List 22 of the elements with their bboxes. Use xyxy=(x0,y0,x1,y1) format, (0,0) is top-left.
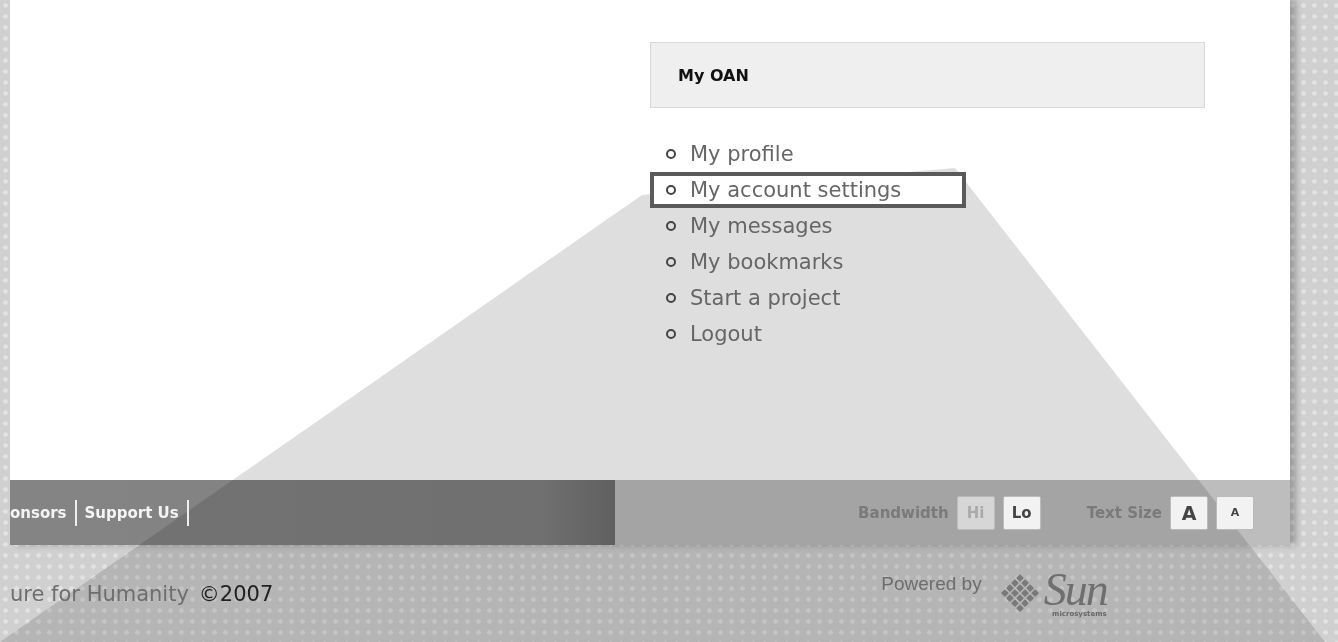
bandwidth-button[interactable]: Lo xyxy=(1002,495,1041,530)
menu-link[interactable]: My account settings xyxy=(690,178,902,202)
copyright-text: ure for Humanity xyxy=(10,581,189,606)
menu-link[interactable]: My profile xyxy=(690,142,794,166)
footer-link[interactable]: Support Us xyxy=(76,499,189,526)
text-size-button[interactable]: A xyxy=(1170,495,1208,530)
powered-by-label: Powered by xyxy=(881,572,982,595)
footer-link[interactable]: onsors xyxy=(10,499,77,526)
menu-link[interactable]: My messages xyxy=(690,214,833,238)
menu-link[interactable]: Start a project xyxy=(690,286,841,310)
menu-link[interactable]: Logout xyxy=(690,322,762,346)
bullet-icon xyxy=(666,185,676,195)
text-size-button[interactable]: A xyxy=(1216,495,1254,530)
bullet-icon xyxy=(666,149,676,159)
bullet-icon xyxy=(666,257,676,267)
brand-logo-text: Sun xyxy=(1043,569,1107,610)
copyright-year: ©2007 xyxy=(198,581,274,606)
bullet-icon xyxy=(666,221,676,231)
panel-title: My OAN xyxy=(678,65,749,85)
bullet-icon xyxy=(666,293,676,303)
menu-link[interactable]: My bookmarks xyxy=(690,250,844,274)
bullet-icon xyxy=(666,329,676,339)
